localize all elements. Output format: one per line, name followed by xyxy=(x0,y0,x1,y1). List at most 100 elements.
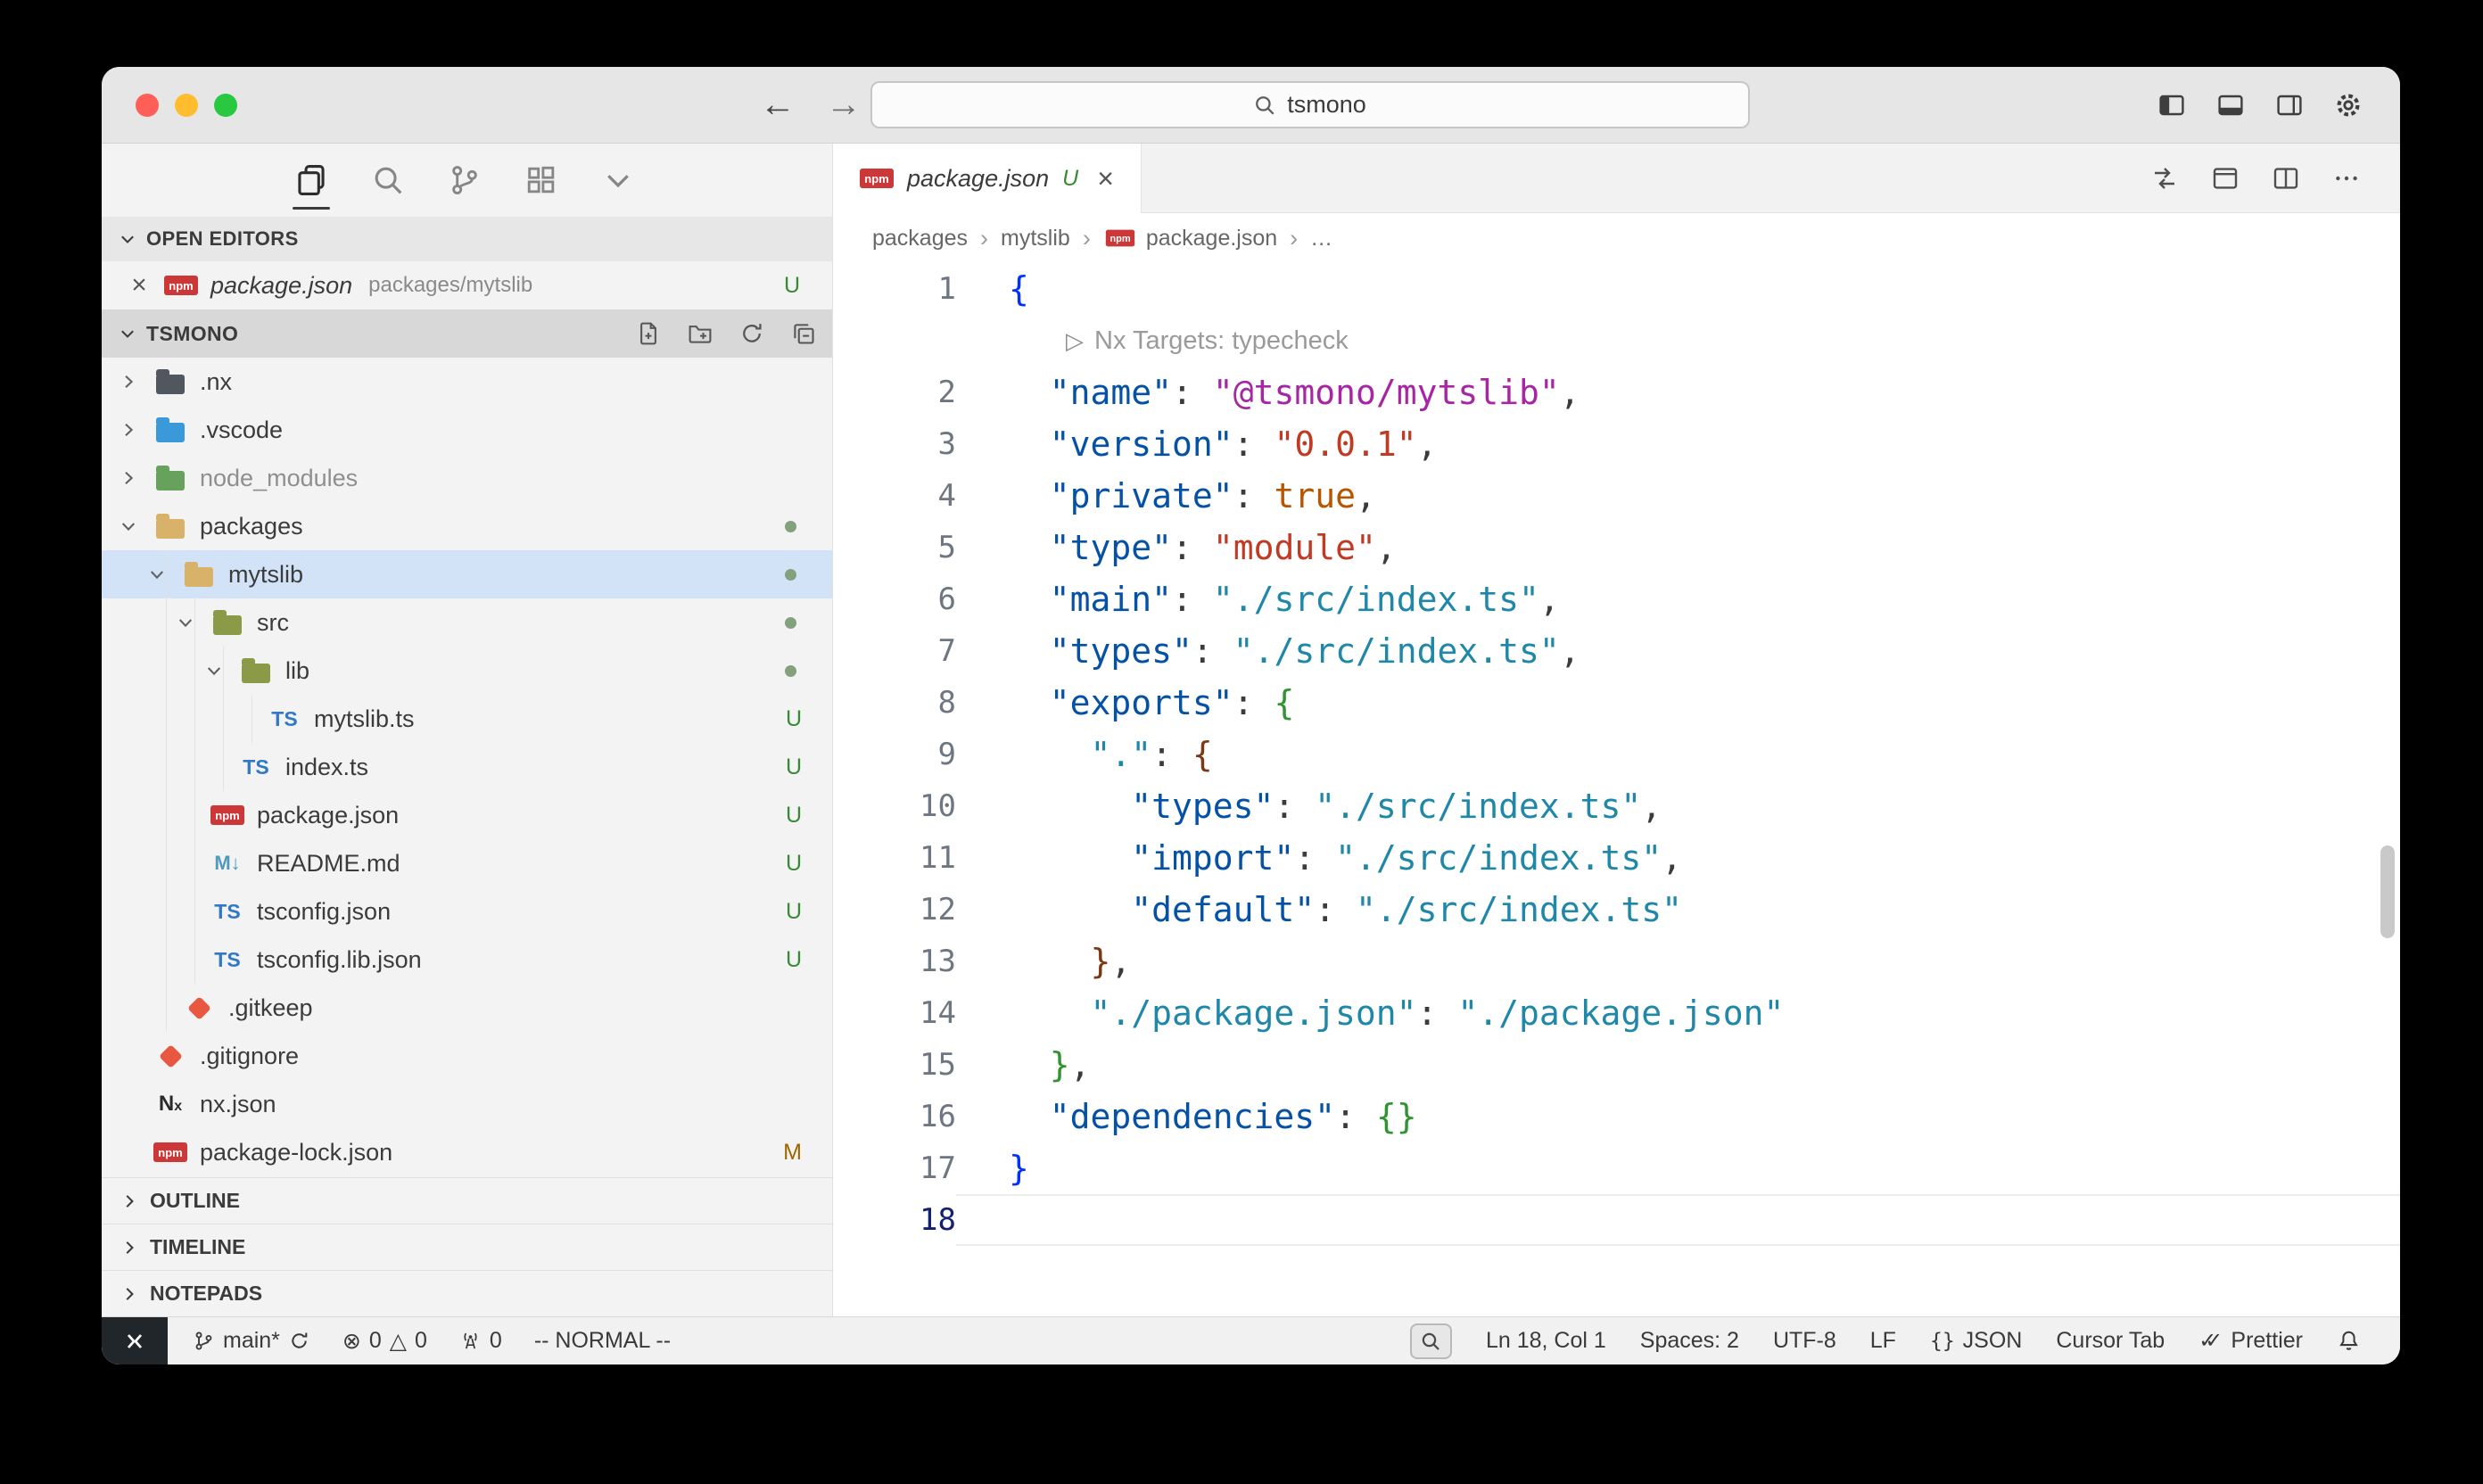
explorer-section-header[interactable]: TSMONO xyxy=(102,309,832,358)
collapse-all-icon[interactable] xyxy=(791,321,816,346)
folder-icon xyxy=(153,466,187,491)
close-window-button[interactable] xyxy=(136,94,159,117)
code-text: } xyxy=(956,1142,2400,1194)
views-chevron-icon[interactable] xyxy=(601,163,635,197)
new-folder-icon[interactable] xyxy=(688,321,713,346)
bell-icon xyxy=(2337,1329,2361,1353)
npm-icon: npm xyxy=(210,805,244,825)
code-line-2: 2 "name": "@tsmono/mytslib", xyxy=(833,367,2400,418)
tree-item-.vscode[interactable]: .vscode xyxy=(102,406,832,454)
vim-mode-indicator[interactable]: -- NORMAL -- xyxy=(534,1328,671,1354)
outline-section-header[interactable]: OUTLINE xyxy=(102,1177,832,1224)
formatter-status[interactable]: ✓✓ Prettier xyxy=(2198,1328,2303,1354)
line-number: 1 xyxy=(833,263,956,315)
breadcrumb-separator: › xyxy=(1083,225,1091,252)
encoding-status[interactable]: UTF-8 xyxy=(1773,1328,1836,1354)
code-lines: 1{▷Nx Targets: typecheck2 "name": "@tsmo… xyxy=(833,263,2400,1246)
tree-item-.nx[interactable]: .nx xyxy=(102,358,832,406)
tree-item-tsconfig.json[interactable]: TStsconfig.jsonU xyxy=(102,887,832,936)
desktop-background: ← → tsmono xyxy=(0,0,2483,1484)
command-center-search[interactable]: tsmono xyxy=(870,81,1750,128)
git-status-badge: M xyxy=(783,1140,802,1166)
cursor-tab-status[interactable]: Cursor Tab xyxy=(2056,1328,2165,1354)
tab-bar: npm package.json U × xyxy=(833,144,2400,213)
close-icon[interactable]: × xyxy=(127,270,152,301)
timeline-section-header[interactable]: TIMELINE xyxy=(102,1224,832,1270)
tree-item-label: mytslib xyxy=(228,561,303,589)
tree-item-package-lock.json[interactable]: npmpackage-lock.jsonM xyxy=(102,1128,832,1176)
broadcast-status[interactable]: 0 xyxy=(459,1328,502,1354)
chevron-collapsed-icon xyxy=(112,462,144,494)
extensions-icon[interactable] xyxy=(524,163,558,197)
code-text: "name": "@tsmono/mytslib", xyxy=(956,367,2400,418)
tree-item-package.json[interactable]: npmpackage.jsonU xyxy=(102,791,832,839)
history-back-button[interactable]: ← xyxy=(760,85,796,125)
editor-area: npm package.json U × packages›mytslib›np… xyxy=(833,144,2400,1316)
tree-item-mytslib.ts[interactable]: TSmytslib.tsU xyxy=(102,695,832,743)
breadcrumb-item-package.json[interactable]: npmpackage.json xyxy=(1103,226,1277,251)
cursor-position-status[interactable]: Ln 18, Col 1 xyxy=(1486,1328,1606,1354)
line-number: 9 xyxy=(833,729,956,780)
toggle-bottom-panel-icon[interactable] xyxy=(2216,91,2245,120)
language-mode-status[interactable]: {} JSON xyxy=(1930,1328,2022,1354)
tree-item-packages[interactable]: packages xyxy=(102,502,832,550)
tree-item-index.ts[interactable]: TSindex.tsU xyxy=(102,743,832,791)
git-branch-status[interactable]: main* xyxy=(193,1328,310,1354)
source-control-icon[interactable] xyxy=(448,163,482,197)
toggle-left-panel-icon[interactable] xyxy=(2157,91,2186,120)
tree-item-.gitignore[interactable]: .gitignore xyxy=(102,1032,832,1080)
split-editor-icon[interactable] xyxy=(2272,164,2300,193)
breadcrumb-item-mytslib[interactable]: mytslib xyxy=(1001,226,1070,251)
settings-gear-icon[interactable] xyxy=(2334,91,2363,120)
eol-status[interactable]: LF xyxy=(1870,1328,1896,1354)
breadcrumb-item-…[interactable]: … xyxy=(1310,226,1332,251)
open-editor-item[interactable]: × npm package.json packages/mytslib U xyxy=(102,261,832,309)
workspace-name-label: TSMONO xyxy=(146,322,238,346)
line-number: 6 xyxy=(833,573,956,625)
notepads-section-header[interactable]: NOTEPADS xyxy=(102,1270,832,1316)
code-line-18: 18 xyxy=(833,1194,2400,1246)
open-editors-header[interactable]: OPEN EDITORS xyxy=(102,217,832,261)
tree-item-lib[interactable]: lib xyxy=(102,647,832,695)
tree-item-label: tsconfig.lib.json xyxy=(257,946,422,974)
more-actions-icon[interactable] xyxy=(2332,164,2361,193)
open-changes-icon[interactable] xyxy=(2150,164,2179,193)
history-forward-button[interactable]: → xyxy=(826,85,862,125)
tab-package-json[interactable]: npm package.json U × xyxy=(833,144,1142,213)
folder-icon xyxy=(153,515,187,539)
code-editor[interactable]: 1{▷Nx Targets: typecheck2 "name": "@tsmo… xyxy=(833,263,2400,1316)
new-file-icon[interactable] xyxy=(636,321,661,346)
tree-item-label: README.md xyxy=(257,850,400,878)
tree-item-tsconfig.lib.json[interactable]: TStsconfig.lib.jsonU xyxy=(102,936,832,984)
tree-item-nx.json[interactable]: Nxnx.json xyxy=(102,1080,832,1128)
remote-indicator[interactable] xyxy=(102,1317,168,1364)
toggle-right-panel-icon[interactable] xyxy=(2275,91,2304,120)
tree-item-node_modules[interactable]: node_modules xyxy=(102,454,832,502)
chevron-right-icon xyxy=(120,1191,139,1211)
indentation-status[interactable]: Spaces: 2 xyxy=(1640,1328,1739,1354)
tree-item-README.md[interactable]: M↓README.mdU xyxy=(102,839,832,887)
tree-item-src[interactable]: src xyxy=(102,598,832,647)
fullscreen-window-button[interactable] xyxy=(214,94,237,117)
chevron-expanded-icon xyxy=(169,606,202,639)
tree-item-mytslib[interactable]: mytslib xyxy=(102,550,832,598)
notifications-bell[interactable] xyxy=(2337,1329,2361,1353)
refresh-icon[interactable] xyxy=(739,321,764,346)
code-text: "main": "./src/index.ts", xyxy=(956,573,2400,625)
code-line-5: 5 "type": "module", xyxy=(833,522,2400,573)
tab-close-icon[interactable]: × xyxy=(1097,162,1114,195)
codelens[interactable]: ▷Nx Targets: typecheck xyxy=(833,315,2400,367)
minimize-window-button[interactable] xyxy=(175,94,198,117)
chevron-expanded-icon xyxy=(141,558,173,590)
breadcrumb-item-packages[interactable]: packages xyxy=(872,226,968,251)
search-icon[interactable] xyxy=(371,163,405,197)
files-explorer-icon[interactable] xyxy=(294,163,328,197)
code-text: "./package.json": "./package.json" xyxy=(956,987,2400,1039)
open-preview-icon[interactable] xyxy=(2211,164,2240,193)
scrollbar-thumb[interactable] xyxy=(2380,845,2395,938)
problems-status[interactable]: ⊗ 0 △ 0 xyxy=(342,1328,427,1355)
tree-item-.gitkeep[interactable]: .gitkeep xyxy=(102,984,832,1032)
git-status-badge: U xyxy=(784,273,800,299)
tree-item-label: .gitignore xyxy=(200,1043,299,1070)
zoom-indicator-button[interactable] xyxy=(1410,1323,1452,1359)
